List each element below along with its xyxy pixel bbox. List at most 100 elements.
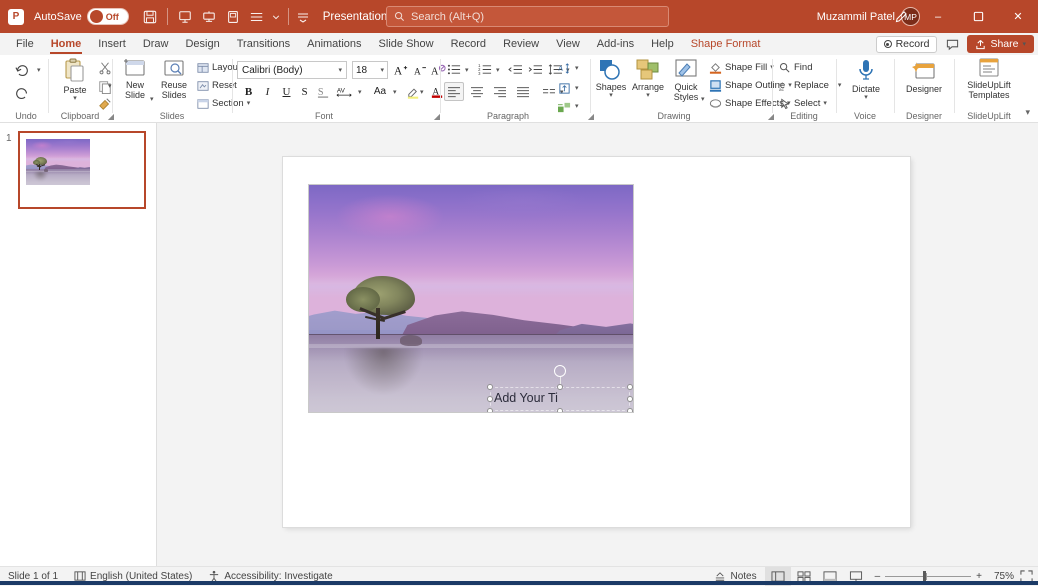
italic-button[interactable]: I: [258, 82, 277, 101]
resize-handle-middle-left[interactable]: [487, 396, 493, 402]
strikethrough-button[interactable]: S: [295, 82, 314, 101]
shape-fill-button[interactable]: Shape Fill ▾: [706, 59, 777, 76]
tab-animations[interactable]: Animations: [299, 33, 369, 55]
decrease-font-size-icon[interactable]: A: [411, 60, 430, 79]
resize-handle-top-center[interactable]: [557, 384, 563, 390]
quick-styles-button[interactable]: Quick Styles: [668, 58, 704, 108]
text-shadow-icon[interactable]: S: [314, 82, 333, 101]
shapes-dropdown-icon[interactable]: ▾: [609, 92, 613, 99]
dictate-dropdown-icon[interactable]: ▾: [864, 94, 868, 101]
align-text-dropdown-icon[interactable]: ▾: [575, 85, 579, 92]
title-textbox[interactable]: Add Your Ti: [490, 387, 630, 411]
justify-icon[interactable]: [513, 82, 533, 101]
paste-dropdown-icon[interactable]: ▾: [73, 95, 77, 102]
character-spacing-icon[interactable]: AV: [333, 82, 357, 101]
tab-help[interactable]: Help: [643, 33, 682, 55]
collapse-ribbon-icon[interactable]: ▾: [1025, 107, 1030, 118]
resize-handle-middle-right[interactable]: [627, 396, 633, 402]
paste-button[interactable]: Paste ▾: [58, 58, 92, 110]
record-button[interactable]: Record: [876, 36, 938, 53]
text-direction-dropdown-icon[interactable]: ▾: [575, 65, 579, 72]
save-icon[interactable]: [139, 6, 161, 28]
arrange-button[interactable]: Arrange ▾: [630, 58, 666, 108]
current-slide[interactable]: Add Your Ti: [283, 157, 910, 527]
center-icon[interactable]: [467, 82, 487, 101]
undo-button[interactable]: [10, 60, 34, 82]
restore-button[interactable]: [958, 0, 998, 33]
rotate-handle[interactable]: [554, 365, 566, 377]
chevron-down-icon[interactable]: ▾: [338, 67, 342, 74]
numbering-icon[interactable]: 123: [475, 60, 495, 79]
select-dropdown-icon[interactable]: ▾: [823, 100, 827, 107]
select-button[interactable]: Select ▾: [776, 95, 830, 112]
font-family-select[interactable]: Calibri (Body) ▾: [237, 61, 347, 79]
close-button[interactable]: ✕: [998, 0, 1038, 33]
copy-dropdown-icon[interactable]: ▾: [108, 83, 112, 90]
tab-insert[interactable]: Insert: [90, 33, 134, 55]
tab-review[interactable]: Review: [495, 33, 547, 55]
underline-button[interactable]: U: [277, 82, 296, 101]
zoom-slider-track[interactable]: [885, 576, 971, 577]
font-size-select[interactable]: 18 ▾: [352, 61, 388, 79]
align-right-icon[interactable]: [490, 82, 510, 101]
new-slide-dropdown-icon[interactable]: ▾: [150, 96, 154, 103]
start-from-beginning-icon[interactable]: [174, 6, 196, 28]
minimize-button[interactable]: –: [918, 0, 958, 33]
resize-handle-top-left[interactable]: [487, 384, 493, 390]
bullets-dropdown-icon[interactable]: ▾: [465, 67, 469, 74]
decrease-indent-icon[interactable]: [505, 60, 525, 79]
chevron-down-icon[interactable]: ▾: [1022, 41, 1026, 48]
tab-draw[interactable]: Draw: [135, 33, 177, 55]
text-direction-icon[interactable]: A: [554, 59, 574, 78]
change-case-dropdown-icon[interactable]: ▾: [393, 89, 397, 96]
numbering-dropdown-icon[interactable]: ▾: [496, 67, 500, 74]
shapes-button[interactable]: Shapes ▾: [594, 58, 628, 108]
bullets-icon[interactable]: [444, 60, 464, 79]
search-input[interactable]: Search (Alt+Q): [386, 6, 669, 27]
tab-shape-format[interactable]: Shape Format: [683, 33, 769, 55]
designer-button[interactable]: Designer: [906, 60, 942, 106]
slide-thumbnail-1[interactable]: [18, 131, 146, 209]
chevron-down-icon[interactable]: [270, 6, 282, 28]
find-button[interactable]: Find: [776, 59, 815, 76]
quick-styles-dropdown-icon[interactable]: ▾: [701, 96, 705, 103]
comments-icon[interactable]: [941, 34, 963, 54]
align-left-icon[interactable]: [444, 82, 464, 101]
increase-indent-icon[interactable]: [525, 60, 545, 79]
tab-record[interactable]: Record: [443, 33, 494, 55]
slideuplift-templates-button[interactable]: SlideUpLift Templates: [969, 58, 1009, 110]
tab-file[interactable]: File: [8, 33, 42, 55]
replace-button[interactable]: abac Replace ▾: [776, 77, 844, 94]
character-spacing-dropdown-icon[interactable]: ▾: [358, 89, 362, 96]
chevron-down-icon[interactable]: ▾: [380, 67, 384, 74]
autosave-control[interactable]: AutoSave Off: [34, 8, 129, 25]
change-case-button[interactable]: Aa: [368, 82, 392, 101]
pen-icon[interactable]: [884, 0, 918, 33]
reuse-slides-button[interactable]: Reuse Slides: [156, 58, 192, 108]
bold-button[interactable]: B: [239, 82, 258, 101]
convert-to-smartart-icon[interactable]: [554, 98, 574, 117]
redo-button[interactable]: [10, 83, 34, 105]
resize-handle-bottom-right[interactable]: [627, 408, 633, 413]
resize-handle-bottom-left[interactable]: [487, 408, 493, 413]
new-slide-button[interactable]: New Slide: [118, 58, 152, 108]
increase-font-size-icon[interactable]: A: [392, 60, 411, 79]
slide-picture[interactable]: Add Your Ti: [308, 184, 634, 413]
align-text-icon[interactable]: [554, 79, 574, 98]
customize-qat-icon[interactable]: [295, 6, 311, 28]
slide-thumbnail-pane[interactable]: 1: [0, 123, 157, 566]
slide-canvas-area[interactable]: Add Your Ti: [157, 123, 1038, 566]
tab-design[interactable]: Design: [177, 33, 227, 55]
highlight-dropdown-icon[interactable]: ▾: [420, 89, 424, 96]
tab-home[interactable]: Home: [43, 33, 90, 55]
dictate-button[interactable]: Dictate ▾: [850, 58, 882, 108]
resize-handle-top-right[interactable]: [627, 384, 633, 390]
share-button[interactable]: Share ▾: [967, 35, 1034, 53]
new-slide-qat-icon[interactable]: [222, 6, 244, 28]
resize-handle-bottom-center[interactable]: [557, 408, 563, 413]
present-icon[interactable]: [198, 6, 220, 28]
autosave-toggle[interactable]: Off: [87, 8, 129, 25]
tab-transitions[interactable]: Transitions: [229, 33, 298, 55]
bullet-list-icon[interactable]: [246, 6, 268, 28]
undo-dropdown-icon[interactable]: ▾: [37, 67, 41, 74]
